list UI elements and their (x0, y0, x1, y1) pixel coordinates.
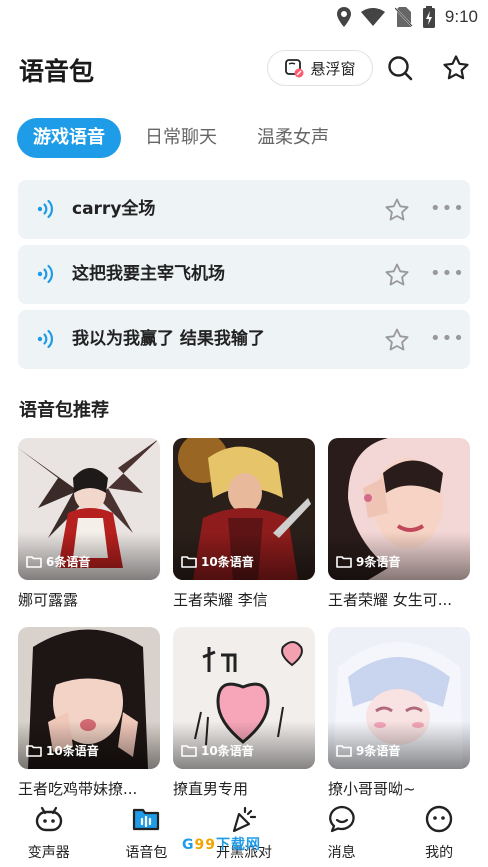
nav-label: 我的 (425, 845, 454, 861)
tab-daily-chat[interactable]: 日常聊天 (129, 118, 233, 158)
message-bubble-icon (328, 805, 355, 833)
float-window-label: 悬浮窗 (310, 59, 356, 78)
sound-wave-icon (37, 199, 53, 219)
category-tabs: 游戏语音 日常聊天 温柔女声 (17, 118, 353, 158)
voice-title: 我以为我赢了 结果我输了 (72, 329, 265, 349)
no-sim-icon (394, 7, 413, 27)
nav-label: 语音包 (125, 845, 168, 861)
folder-icon (26, 556, 42, 568)
folder-icon (181, 745, 197, 757)
page-title: 语音包 (19, 57, 95, 86)
card-thumbnail: 10条语音 (173, 627, 315, 769)
nav-voice-changer[interactable]: 变声器 (0, 800, 98, 867)
voice-pack-card[interactable]: 9条语音 撩小哥哥呦~ (328, 627, 470, 802)
nav-profile[interactable]: 我的 (390, 800, 488, 867)
sound-wave-icon (37, 329, 53, 349)
folder-icon (26, 745, 42, 757)
card-thumbnail: 9条语音 (328, 627, 470, 769)
card-title: 王者荣耀 女生可... (328, 591, 453, 609)
more-options-icon[interactable]: ••• (430, 330, 464, 348)
voice-count: 10条语音 (181, 742, 254, 759)
voice-pack-card[interactable]: 10条语音 撩直男专用 (173, 627, 315, 802)
nav-messages[interactable]: 消息 (293, 800, 391, 867)
tab-gentle-female[interactable]: 温柔女声 (241, 118, 345, 158)
card-title: 王者吃鸡带妹撩... (18, 780, 138, 798)
voice-count: 10条语音 (26, 742, 99, 759)
voice-title: carry全场 (72, 199, 156, 219)
voice-pack-icon (133, 808, 160, 831)
sound-wave-icon (37, 264, 53, 284)
favorites-star-icon[interactable] (442, 54, 470, 82)
recommend-grid: 6条语音 娜可露露 10条语音 王者荣耀 李信 9条语音 王者荣耀 女生可...… (18, 438, 470, 802)
float-window-button[interactable]: 悬浮窗 (267, 50, 373, 86)
nav-label: 消息 (327, 845, 356, 861)
folder-icon (181, 556, 197, 568)
nav-label: 变声器 (27, 845, 70, 861)
card-title: 撩直男专用 (173, 780, 249, 798)
section-title: 语音包推荐 (19, 400, 109, 421)
favorite-star-icon[interactable] (384, 262, 410, 288)
more-options-icon[interactable]: ••• (430, 265, 464, 283)
status-bar: 9:10 (0, 0, 488, 34)
voice-item[interactable]: 我以为我赢了 结果我输了 ••• (18, 310, 470, 369)
favorite-star-icon[interactable] (384, 197, 410, 223)
voice-title: 这把我要主宰飞机场 (72, 264, 225, 284)
card-thumbnail: 10条语音 (173, 438, 315, 580)
nav-voice-pack[interactable]: 语音包 (98, 800, 196, 867)
tab-game-voice[interactable]: 游戏语音 (17, 118, 121, 158)
voice-count: 6条语音 (26, 553, 90, 570)
float-window-icon (285, 59, 304, 78)
card-thumbnail: 9条语音 (328, 438, 470, 580)
party-popper-icon (232, 806, 257, 833)
battery-charging-icon (422, 6, 435, 28)
favorite-star-icon[interactable] (384, 327, 410, 353)
card-thumbnail: 6条语音 (18, 438, 160, 580)
voice-item[interactable]: carry全场 ••• (18, 180, 470, 239)
robot-face-icon (35, 806, 62, 832)
card-title: 王者荣耀 李信 (173, 591, 268, 609)
profile-face-icon (425, 805, 453, 833)
voice-count: 9条语音 (336, 742, 400, 759)
wifi-icon (360, 8, 385, 26)
app-header: 语音包 悬浮窗 (0, 44, 488, 94)
voice-pack-card[interactable]: 10条语音 王者荣耀 李信 (173, 438, 315, 613)
folder-icon (336, 745, 352, 757)
voice-pack-card[interactable]: 9条语音 王者荣耀 女生可... (328, 438, 470, 613)
watermark: G99下载网 (182, 837, 261, 853)
voice-item[interactable]: 这把我要主宰飞机场 ••• (18, 245, 470, 304)
card-title: 娜可露露 (18, 591, 79, 609)
voice-pack-card[interactable]: 10条语音 王者吃鸡带妹撩... (18, 627, 160, 802)
card-thumbnail: 10条语音 (18, 627, 160, 769)
search-icon[interactable] (386, 54, 414, 82)
card-title: 撩小哥哥呦~ (328, 780, 416, 798)
more-options-icon[interactable]: ••• (430, 200, 464, 218)
folder-icon (336, 556, 352, 568)
voice-count: 10条语音 (181, 553, 254, 570)
location-icon (336, 7, 351, 27)
voice-pack-card[interactable]: 6条语音 娜可露露 (18, 438, 160, 613)
status-time: 9:10 (444, 7, 478, 26)
voice-count: 9条语音 (336, 553, 400, 570)
voice-list: carry全场 ••• 这把我要主宰飞机场 ••• 我以为我赢了 结果我输了 •… (18, 180, 470, 375)
